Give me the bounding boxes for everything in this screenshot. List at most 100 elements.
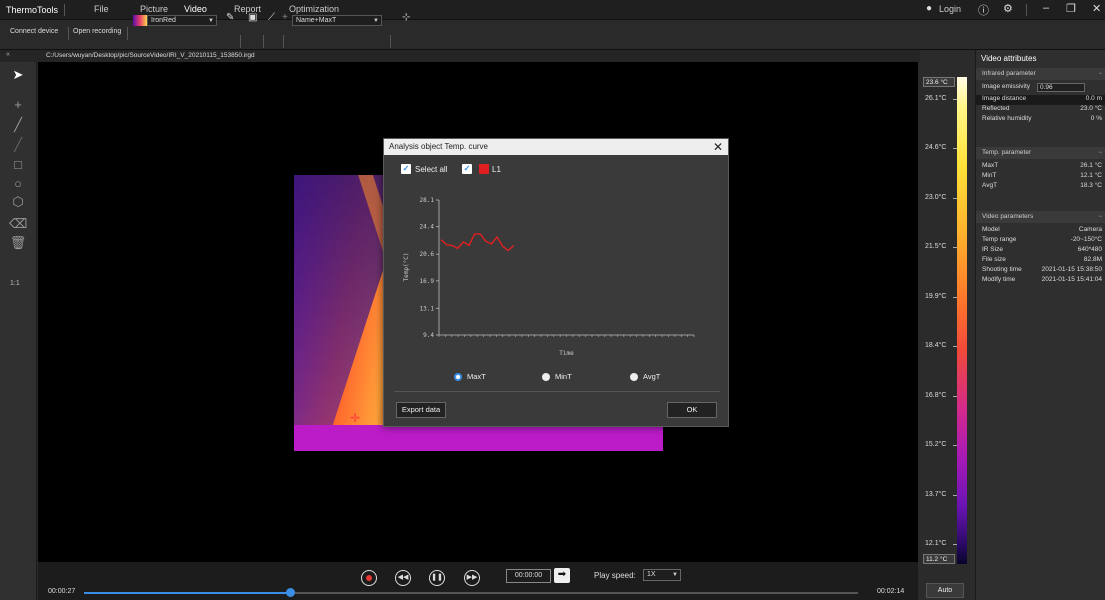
goto-time-input[interactable]: 00:00:00 — [506, 569, 551, 583]
curve-icon[interactable]: ⟋ — [268, 12, 275, 23]
divider — [68, 27, 69, 40]
record-icon — [366, 575, 372, 581]
actual-size-button[interactable]: 1:1 — [10, 280, 20, 287]
scale-label: 12.1°C — [925, 540, 947, 547]
section-title: Video parameters — [982, 213, 1034, 220]
menu-video[interactable]: Video — [184, 4, 207, 14]
scale-min-box[interactable]: 11.2 °C — [923, 554, 955, 564]
palette-swatch — [133, 15, 147, 26]
temp-parameter-header[interactable]: Temp. parameter − — [976, 147, 1105, 159]
open-recording-button[interactable]: Open recording — [73, 28, 121, 35]
collapse-icon[interactable]: − — [1098, 68, 1102, 80]
rewind-button[interactable]: ◀◀ — [395, 570, 411, 586]
collapse-icon[interactable]: − — [1098, 147, 1102, 159]
select-pointer-icon[interactable]: ➤ — [9, 66, 27, 84]
collapse-icon[interactable]: − — [1098, 211, 1102, 223]
ok-button[interactable]: OK — [667, 402, 717, 418]
polyline-tool-icon[interactable]: ╱ — [9, 136, 27, 154]
property-value: 18.3 °C — [1080, 182, 1102, 189]
line-tool-icon[interactable]: ╱ — [9, 116, 27, 134]
property-label: File size — [982, 256, 1006, 263]
menu-picture[interactable]: Picture — [140, 4, 168, 14]
pause-button[interactable]: ❚❚ — [429, 570, 445, 586]
progress-handle[interactable] — [285, 588, 295, 597]
scale-tick — [953, 247, 957, 249]
ellipse-tool-icon[interactable]: ○ — [9, 175, 27, 193]
rectangle-tool-icon[interactable]: □ — [9, 156, 27, 174]
scale-tick — [953, 99, 957, 100]
property-row: Shooting time 2021-01-15 15:38:50 — [976, 266, 1105, 276]
y-tick-label: 24.4 — [420, 224, 435, 231]
y-tick-label: 16.9 — [420, 278, 435, 285]
infrared-parameter-header[interactable]: Infrared parameter − — [976, 68, 1105, 80]
file-path: C:/Users/wuyan/Desktop/pic/SourceVideo/I… — [46, 52, 255, 59]
property-label: Image distance — [982, 95, 1027, 102]
property-row: MinT 12.1 °C — [976, 172, 1105, 182]
label-mode-select[interactable]: Name+MaxT ▼ — [292, 15, 382, 26]
property-row: Modify time 2021-01-15 15:41:04 — [976, 276, 1105, 286]
close-window-icon[interactable]: ✕ — [1092, 2, 1101, 15]
scale-tick — [953, 544, 957, 545]
dialog-titlebar[interactable]: Analysis object Temp. curve ✕ — [384, 139, 728, 155]
radio-maxt[interactable] — [454, 373, 462, 381]
scale-label: 24.6°C — [925, 144, 947, 152]
goto-button[interactable]: ➡ — [554, 568, 570, 583]
temp-curve-dialog: Analysis object Temp. curve ✕ ✓ Select a… — [383, 138, 729, 427]
auto-scale-button[interactable]: Auto — [926, 583, 964, 598]
scale-label: 19.9°C — [925, 292, 947, 300]
marker-crosshair-icon[interactable]: ✛ — [350, 411, 360, 425]
polygon-tool-icon[interactable]: ⬡ — [9, 193, 27, 211]
property-label: MaxT — [982, 162, 999, 169]
y-axis-label: Temp(°C) — [403, 253, 410, 282]
help-icon[interactable]: ⓘ — [978, 2, 989, 18]
palette-value: IronRed — [151, 17, 176, 24]
connect-device-button[interactable]: Connect device — [10, 28, 58, 35]
play-speed-select[interactable]: 1X ▼ — [643, 569, 681, 581]
record-button[interactable] — [361, 570, 377, 586]
series-l1-label: L1 — [492, 165, 501, 174]
trash-icon[interactable]: 🗑 — [9, 234, 27, 252]
scale-max-box[interactable]: 23.6 °C — [923, 77, 955, 87]
export-data-button[interactable]: Export data — [396, 402, 446, 418]
select-all-checkbox[interactable]: ✓ — [401, 164, 411, 174]
radio-mint[interactable] — [542, 373, 550, 381]
radio-avgt[interactable] — [630, 373, 638, 381]
restore-icon[interactable]: ❐ — [1066, 2, 1076, 15]
divider — [1026, 4, 1027, 16]
property-value: 0 % — [1090, 115, 1102, 122]
emissivity-label: Image emissivity — [982, 83, 1031, 90]
user-icon[interactable]: ● — [926, 3, 932, 14]
add-marker-icon[interactable]: ⊹ — [402, 12, 410, 23]
y-tick-label: 13.1 — [420, 305, 435, 312]
login-button[interactable]: Login — [939, 4, 961, 14]
scale-tick — [953, 346, 957, 348]
video-parameters-header[interactable]: Video parameters − — [976, 211, 1105, 223]
minimize-icon[interactable]: – — [1043, 2, 1049, 14]
crosshair-tool-icon[interactable]: + — [282, 12, 288, 23]
scale-tick — [953, 494, 957, 496]
menu-file[interactable]: File — [94, 4, 109, 14]
divider — [283, 35, 284, 48]
scale-label: 13.7°C — [925, 490, 947, 498]
series-l1-checkbox[interactable]: ✓ — [462, 164, 472, 174]
emissivity-input[interactable]: 0.96 — [1037, 83, 1085, 92]
eraser-icon[interactable]: ⌫ — [9, 215, 27, 233]
palette-select[interactable]: IronRed ▼ — [147, 15, 217, 26]
color-scale-bar[interactable] — [957, 77, 967, 564]
property-row: Relative humidity 0 % — [976, 115, 1105, 125]
property-label: MinT — [982, 172, 997, 179]
collapse-panel-icon[interactable]: « — [6, 51, 10, 58]
point-tool-icon[interactable]: + — [9, 96, 27, 114]
temp-curve-chart: 28.1 24.4 20.6 16.9 13.1 9.4 Time Temp(°C) — [403, 197, 695, 357]
close-icon[interactable]: ✕ — [713, 139, 723, 155]
radio-maxt-label: MaxT — [467, 372, 486, 381]
palette-tool-icon[interactable]: ✎ — [226, 12, 234, 23]
panel-title: Video attributes — [981, 54, 1037, 63]
fast-forward-button[interactable]: ▶▶ — [464, 570, 480, 586]
menu-optimization[interactable]: Optimization — [289, 4, 339, 14]
play-speed-value: 1X — [647, 571, 656, 578]
settings-icon[interactable]: ⚙ — [1003, 2, 1013, 15]
radio-avgt-label: AvgT — [643, 372, 661, 381]
image-icon[interactable]: ▣ — [248, 12, 257, 23]
divider — [64, 4, 65, 16]
